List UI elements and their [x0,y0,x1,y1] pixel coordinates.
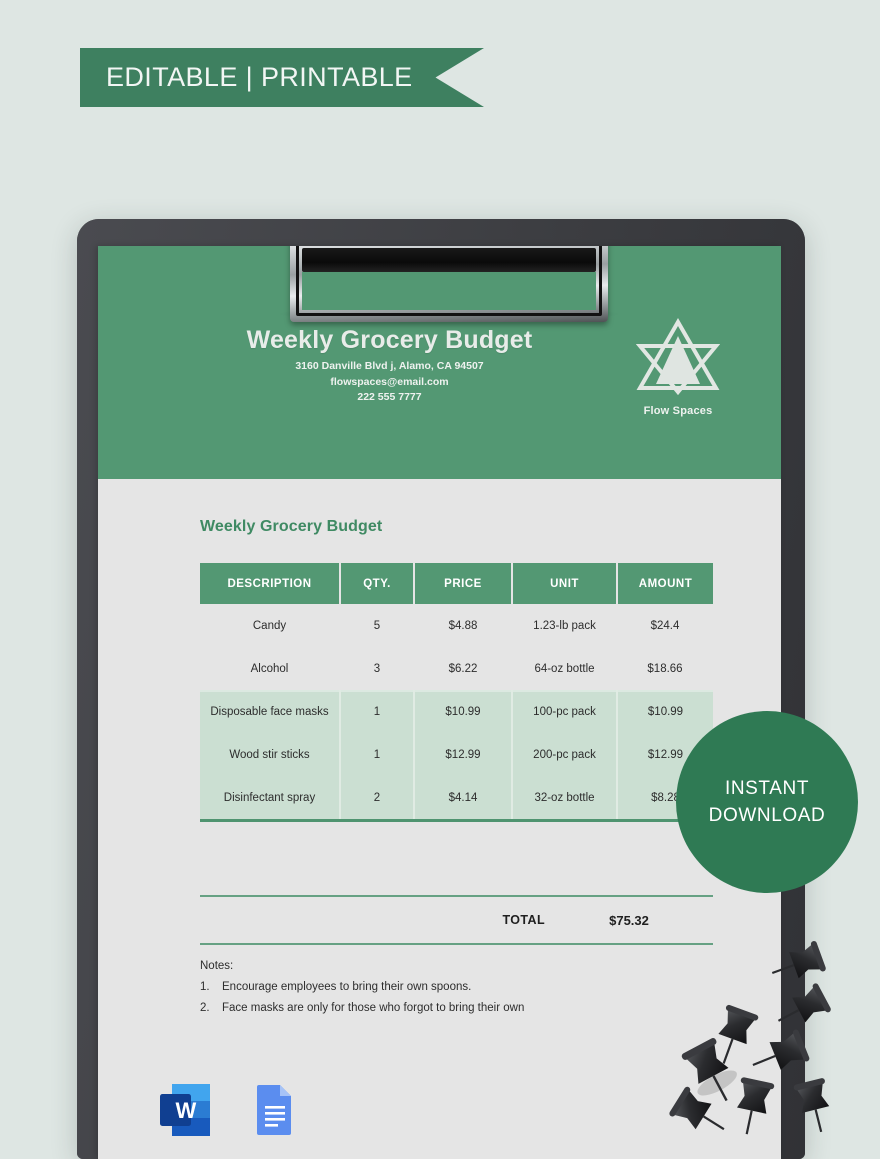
cell-qty: 1 [340,733,415,776]
cell-amount: $18.66 [617,647,713,690]
notes-section: Notes: 1. Encourage employees to bring th… [200,960,713,1014]
table-row: Disposable face masks 1 $10.99 100-pc pack $… [200,690,713,733]
badge-line-1: INSTANT [724,778,810,799]
column-header-description: DESCRIPTION [200,563,341,604]
cell-qty: 5 [340,604,414,647]
clipboard-clip [290,246,608,322]
company-logo-name: Flow Spaces [643,405,713,417]
table-bottom-rule [200,819,713,822]
cell-qty: 1 [340,690,415,733]
clip-metal-frame [290,246,608,322]
cell-amount: $10.99 [617,690,713,733]
cell-description: Disposable face masks [200,690,341,733]
table-header-row: DESCRIPTION QTY. PRICE UNIT AMOUNT [200,563,713,604]
ribbon-label: EDITABLE | PRINTABLE [106,62,413,92]
notes-label: Notes: [200,960,234,972]
note-item: 2. Face masks are only for those who forg… [200,1002,713,1014]
cell-unit: 32-oz bottle [512,776,618,819]
budget-table-body: Candy 5 $4.88 1.23-lb pack $24.4 Alcohol 3 $6.2… [200,604,713,819]
cell-unit: 200-pc pack [512,733,618,776]
column-header-amount: AMOUNT [617,563,713,604]
cell-description: Candy [200,604,340,647]
total-row: TOTAL $75.32 [200,897,713,943]
cell-description: Disinfectant spray [200,776,341,819]
note-item: 1. Encourage employees to bring their own… [200,981,713,993]
letterhead-phone: 222 555 7777 [357,391,422,403]
table-row: Alcohol 3 $6.22 64-oz bottle $18.66 [200,647,713,690]
column-header-price: PRICE [414,563,513,604]
table-row: Candy 5 $4.88 1.23-lb pack $24.4 [200,604,713,647]
cell-qty: 3 [340,647,414,690]
notes-list: 1. Encourage employees to bring their own… [200,981,713,1014]
note-number: 1. [200,981,210,993]
cell-price: $4.14 [414,776,513,819]
svg-text:W: W [176,1098,197,1123]
table-row: Disinfectant spray 2 $4.14 32-oz bottle $8.2… [200,776,713,819]
page-title: Weekly Grocery Budget [200,518,383,535]
cell-price: $6.22 [414,647,512,690]
cell-description: Alcohol [200,647,340,690]
budget-table: DESCRIPTION QTY. PRICE UNIT AMOUNT Candy… [200,563,714,819]
total-value: $75.32 [609,912,649,928]
clip-window [302,272,596,310]
column-header-unit: UNIT [512,563,618,604]
editable-printable-ribbon: EDITABLE | PRINTABLE [80,48,484,107]
six-pointed-star-icon [636,318,720,396]
cell-amount: $24.4 [617,604,713,647]
table-row: Wood stir sticks 1 $12.99 200-pc pack $12.99 [200,733,713,776]
company-logo: Flow Spaces [623,318,733,417]
total-label: TOTAL [502,913,545,927]
cell-unit: 1.23-lb pack [512,604,617,647]
document-page: Weekly Grocery Budget 3160 Danville Blvd… [98,246,781,1159]
google-docs-icon[interactable] [247,1082,303,1138]
note-text: Encourage employees to bring their own s… [222,981,472,993]
cell-unit: 64-oz bottle [512,647,617,690]
cell-price: $4.88 [414,604,512,647]
clipboard: Weekly Grocery Budget 3160 Danville Blvd… [77,219,805,1159]
microsoft-word-icon[interactable]: W [158,1082,214,1138]
letterhead-email: flowspaces@email.com [330,375,449,388]
cell-unit: 100-pc pack [512,690,618,733]
cell-price: $10.99 [414,690,513,733]
total-bottom-rule [200,943,713,945]
letterhead-address: 3160 Danville Blvd j, Alamo, CA 94507 [295,360,484,372]
instant-download-badge[interactable]: INSTANT DOWNLOAD [676,711,858,893]
document-body: Weekly Grocery Budget DESCRIPTION QTY. P… [98,518,781,1014]
file-format-icons: W [158,1082,303,1138]
badge-line-2: DOWNLOAD [708,805,826,826]
cell-description: Wood stir sticks [200,733,341,776]
column-header-qty: QTY. [340,563,415,604]
clip-pressure-bar [302,248,596,272]
cell-qty: 2 [340,776,415,819]
note-number: 2. [200,1002,210,1014]
total-section: TOTAL $75.32 [200,895,713,945]
cell-price: $12.99 [414,733,513,776]
note-text: Face masks are only for those who forgot… [222,1002,525,1014]
